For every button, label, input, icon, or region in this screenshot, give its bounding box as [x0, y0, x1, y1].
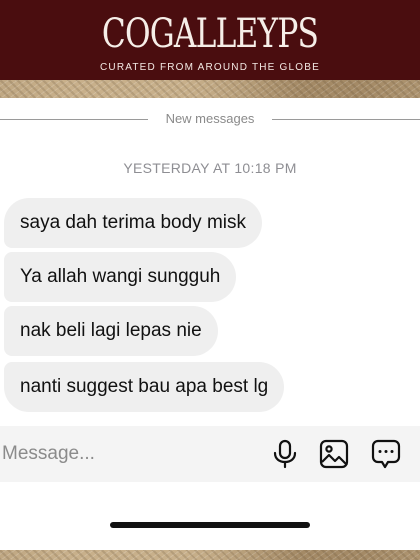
message-composer	[0, 426, 420, 482]
message-bubble[interactable]: nak beli lagi lepas nie	[4, 306, 218, 356]
brand-banner: COGALLEYPS CURATED FROM AROUND THE GLOBE	[0, 0, 420, 80]
sticker-icon[interactable]	[368, 436, 404, 472]
message-bubble[interactable]: saya dah terima body misk	[4, 198, 262, 248]
message-timestamp: YESTERDAY AT 10:18 PM	[123, 160, 297, 176]
home-indicator[interactable]	[110, 522, 310, 528]
divider-line-right	[272, 119, 420, 120]
brand-logo: COGALLEYPS	[101, 11, 319, 57]
brand-tagline: CURATED FROM AROUND THE GLOBE	[99, 62, 320, 73]
message-bubble[interactable]: Ya allah wangi sungguh	[4, 252, 237, 302]
new-messages-label: New messages	[165, 111, 255, 126]
banner-texture	[0, 80, 420, 98]
footer-texture	[0, 550, 420, 560]
microphone-icon[interactable]	[267, 436, 303, 472]
chat-thread[interactable]: New messages YESTERDAY AT 10:18 PM saya …	[0, 98, 420, 550]
message-input[interactable]	[2, 440, 252, 468]
new-messages-divider: New messages	[0, 109, 420, 129]
gallery-icon[interactable]	[316, 436, 352, 472]
divider-line-left	[0, 119, 148, 120]
message-bubble[interactable]: nanti suggest bau apa best lg	[4, 362, 285, 412]
